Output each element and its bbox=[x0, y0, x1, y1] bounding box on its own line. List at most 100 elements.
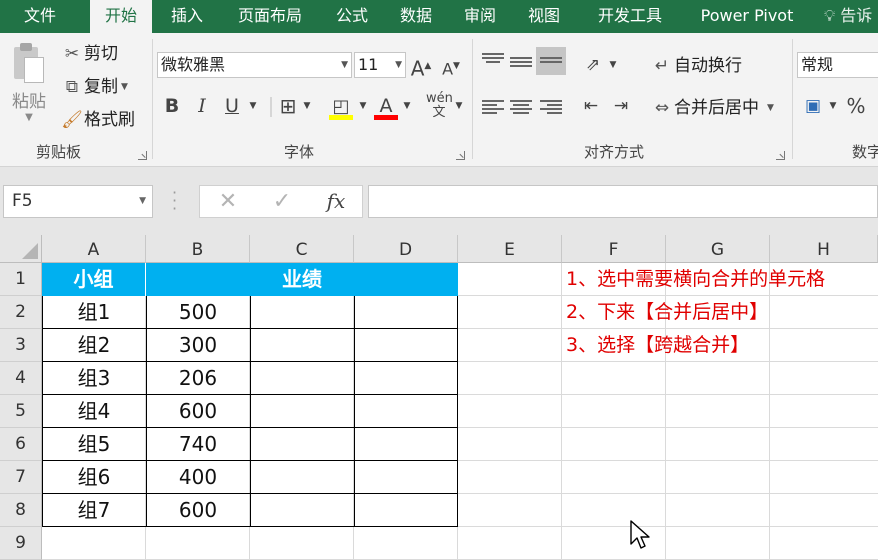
font-launcher-icon[interactable] bbox=[456, 151, 465, 160]
cancel-icon[interactable]: ✕ bbox=[210, 186, 246, 217]
column-header-c[interactable]: C bbox=[250, 235, 354, 263]
name-box[interactable]: F5 ▼ bbox=[3, 185, 153, 218]
cell-value[interactable]: 600 bbox=[146, 494, 250, 527]
font-name-dropdown-icon[interactable]: ▼ bbox=[341, 53, 348, 77]
enter-check-icon[interactable]: ✓ bbox=[264, 186, 300, 217]
align-left-icon[interactable] bbox=[482, 98, 504, 116]
bold-icon[interactable]: B bbox=[160, 92, 184, 120]
accounting-dropdown-icon[interactable]: ▼ bbox=[826, 92, 840, 120]
decrease-font-icon[interactable]: A▼ bbox=[440, 52, 462, 80]
select-all-button[interactable] bbox=[0, 235, 42, 263]
tab-formulas[interactable]: 公式 bbox=[326, 0, 378, 33]
instruction-note[interactable]: 3、选择【跨越合并】 bbox=[566, 329, 749, 362]
insert-function-icon[interactable]: fx bbox=[318, 186, 354, 217]
align-center-icon[interactable] bbox=[510, 98, 532, 116]
row-header-4[interactable]: 4 bbox=[0, 362, 42, 395]
phonetic-dropdown-icon[interactable]: ▼ bbox=[452, 92, 466, 120]
phonetic-guide-icon[interactable]: wén 文 bbox=[426, 92, 453, 120]
instruction-note[interactable]: 1、选中需要横向合并的单元格 bbox=[566, 263, 825, 296]
column-header-h[interactable]: H bbox=[770, 235, 878, 263]
tab-insert[interactable]: 插入 bbox=[160, 0, 214, 33]
row-header-6[interactable]: 6 bbox=[0, 428, 42, 461]
copy-button[interactable]: ⧉ 复制 ▼ bbox=[60, 73, 128, 101]
orientation-icon[interactable]: ⇗ bbox=[580, 51, 606, 79]
name-box-dropdown-icon[interactable]: ▼ bbox=[139, 186, 146, 217]
cell-value[interactable]: 740 bbox=[146, 428, 250, 461]
underline-dropdown-icon[interactable]: ▼ bbox=[246, 92, 260, 120]
cell-value[interactable]: 206 bbox=[146, 362, 250, 395]
increase-indent-icon[interactable]: ⇥ bbox=[608, 92, 634, 120]
tab-home[interactable]: 开始 bbox=[90, 0, 152, 34]
format-painter-button[interactable]: 🖌︎ 格式刷 bbox=[60, 106, 135, 134]
number-format-combo[interactable]: 常规 bbox=[797, 52, 878, 78]
formula-bar-grip-icon[interactable]: · · · bbox=[172, 185, 180, 217]
cell-value[interactable]: 600 bbox=[146, 395, 250, 428]
column-header-a[interactable]: A bbox=[42, 235, 146, 263]
cell-group[interactable]: 组1 bbox=[42, 296, 146, 329]
accounting-format-icon[interactable]: ▣ bbox=[800, 92, 826, 120]
column-header-g[interactable]: G bbox=[666, 235, 770, 263]
copy-dropdown-icon[interactable]: ▼ bbox=[121, 73, 128, 101]
row-header-8[interactable]: 8 bbox=[0, 494, 42, 527]
row-header-9[interactable]: 9 bbox=[0, 527, 42, 560]
cell-header-performance[interactable]: 业绩 bbox=[146, 263, 458, 296]
tab-review[interactable]: 审阅 bbox=[454, 0, 506, 33]
tab-power-pivot[interactable]: Power Pivot bbox=[690, 0, 804, 33]
italic-icon[interactable]: I bbox=[190, 92, 214, 120]
font-color-button[interactable]: A bbox=[372, 92, 400, 120]
percent-style-button[interactable]: % bbox=[844, 92, 868, 120]
font-size-dropdown-icon[interactable]: ▼ bbox=[395, 53, 402, 77]
merge-center-button[interactable]: ⇔ 合并后居中 ▼ bbox=[650, 94, 774, 122]
column-header-b[interactable]: B bbox=[146, 235, 250, 263]
tab-page-layout[interactable]: 页面布局 bbox=[226, 0, 314, 33]
tell-me-box[interactable]: 💡︎ 告诉 bbox=[824, 0, 872, 33]
column-header-f[interactable]: F bbox=[562, 235, 666, 263]
increase-font-icon[interactable]: A▲ bbox=[410, 52, 432, 81]
cell-header-group[interactable]: 小组 bbox=[42, 263, 146, 296]
row-header-5[interactable]: 5 bbox=[0, 395, 42, 428]
row-header-1[interactable]: 1 bbox=[0, 263, 42, 296]
orientation-dropdown-icon[interactable]: ▼ bbox=[606, 51, 620, 79]
tab-developer[interactable]: 开发工具 bbox=[584, 0, 676, 33]
row-header-2[interactable]: 2 bbox=[0, 296, 42, 329]
paste-dropdown-icon[interactable]: ▼ bbox=[8, 112, 50, 123]
tab-file[interactable]: 文件 bbox=[8, 0, 72, 33]
cell-group[interactable]: 组2 bbox=[42, 329, 146, 362]
decrease-indent-icon[interactable]: ⇤ bbox=[578, 92, 604, 120]
font-color-dropdown-icon[interactable]: ▼ bbox=[400, 92, 414, 120]
cell-group[interactable]: 组7 bbox=[42, 494, 146, 527]
cell-group[interactable]: 组3 bbox=[42, 362, 146, 395]
cell-group[interactable]: 组4 bbox=[42, 395, 146, 428]
clipboard-launcher-icon[interactable] bbox=[138, 151, 147, 160]
fill-color-dropdown-icon[interactable]: ▼ bbox=[356, 92, 370, 120]
borders-icon[interactable]: ⊞ bbox=[276, 92, 300, 120]
underline-icon[interactable]: U bbox=[220, 92, 244, 120]
fill-color-button[interactable]: ◰ bbox=[326, 92, 356, 120]
column-header-d[interactable]: D bbox=[354, 235, 458, 263]
font-size-combo[interactable]: 11 ▼ bbox=[354, 52, 406, 78]
cell-value[interactable]: 400 bbox=[146, 461, 250, 494]
cell-group[interactable]: 组5 bbox=[42, 428, 146, 461]
align-top-icon[interactable] bbox=[482, 51, 504, 69]
merge-center-dropdown-icon[interactable]: ▼ bbox=[767, 94, 774, 122]
cell-value[interactable]: 300 bbox=[146, 329, 250, 362]
instruction-note[interactable]: 2、下来【合并后居中】 bbox=[566, 296, 768, 329]
cell-group[interactable]: 组6 bbox=[42, 461, 146, 494]
borders-dropdown-icon[interactable]: ▼ bbox=[300, 92, 314, 120]
cut-button[interactable]: ✂ 剪切 bbox=[60, 40, 118, 68]
paste-button[interactable]: 粘贴 ▼ bbox=[8, 41, 50, 131]
tab-view[interactable]: 视图 bbox=[518, 0, 570, 33]
worksheet-grid[interactable]: A B C D E F G H 1 2 3 4 5 6 7 8 9 小组 业绩 … bbox=[0, 235, 878, 560]
wrap-text-button[interactable]: ↵ 自动换行 bbox=[650, 52, 742, 80]
alignment-launcher-icon[interactable] bbox=[776, 151, 785, 160]
column-header-e[interactable]: E bbox=[458, 235, 562, 263]
align-bottom-icon[interactable] bbox=[536, 47, 566, 75]
font-name-combo[interactable]: 微软雅黑 ▼ bbox=[157, 52, 352, 78]
formula-input[interactable] bbox=[368, 185, 878, 218]
cell-value[interactable]: 500 bbox=[146, 296, 250, 329]
align-right-icon[interactable] bbox=[540, 98, 562, 116]
row-header-7[interactable]: 7 bbox=[0, 461, 42, 494]
row-header-3[interactable]: 3 bbox=[0, 329, 42, 362]
tab-data[interactable]: 数据 bbox=[390, 0, 442, 33]
align-middle-icon[interactable] bbox=[510, 55, 532, 73]
